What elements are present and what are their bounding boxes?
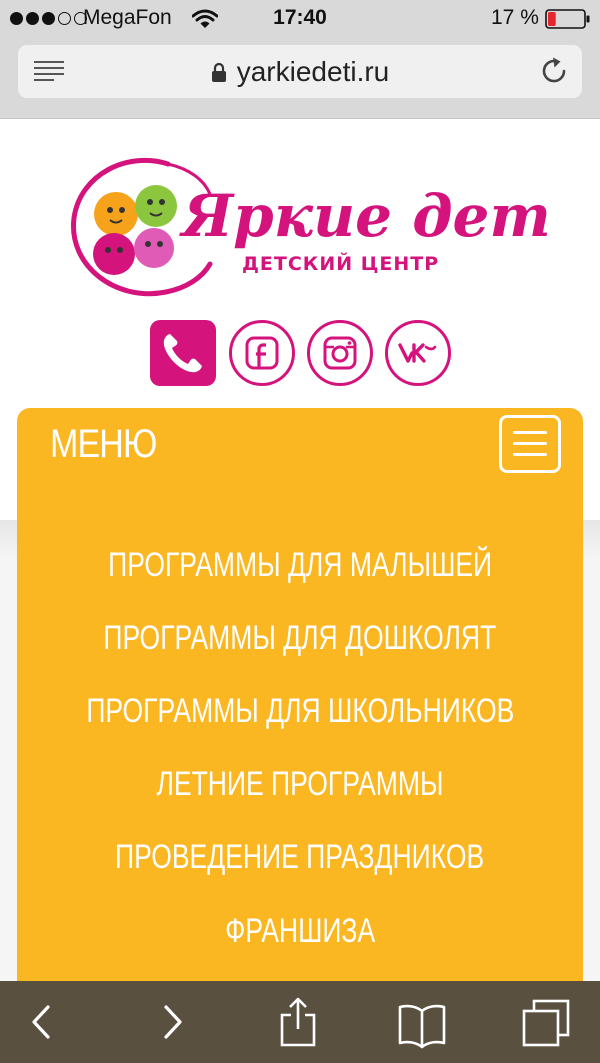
battery-percentage: 17 %	[491, 6, 539, 29]
menu-item-summer[interactable]: ЛЕТНИЕ ПРОГРАММЫ	[17, 759, 583, 809]
menu-item-preschoolers[interactable]: ПРОГРАММЫ ДЛЯ ДОШКОЛЯТ	[17, 613, 583, 663]
browser-top-bar: MegaFon 17:40 17 % yarkiedeti.ru	[0, 0, 600, 119]
share-icon	[280, 997, 316, 1047]
instagram-button[interactable]	[307, 320, 373, 386]
menu-item-label: ФРАНШИЗА	[224, 912, 375, 950]
menu-item-schoolchildren[interactable]: ПРОГРАММЫ ДЛЯ ШКОЛЬНИКОВ	[17, 686, 583, 736]
menu-item-label: ПРОВЕДЕНИЕ ПРАЗДНИКОВ	[115, 838, 485, 876]
menu-toggle-button[interactable]	[499, 415, 561, 473]
menu-title[interactable]: МЕНЮ	[50, 422, 157, 467]
battery-icon	[545, 9, 590, 29]
tabs-button[interactable]	[516, 993, 576, 1051]
menu-item-label: ЛЕТНИЕ ПРОГРАММЫ	[156, 765, 444, 803]
menu-item-franchise[interactable]: ФРАНШИЗА	[17, 906, 583, 956]
chevron-right-icon	[164, 1005, 182, 1039]
back-button[interactable]	[12, 993, 72, 1051]
facebook-icon	[245, 336, 279, 370]
hamburger-icon	[513, 431, 547, 434]
vk-button[interactable]	[385, 320, 451, 386]
address-bar[interactable]: yarkiedeti.ru	[18, 45, 582, 98]
chevron-left-icon	[32, 1005, 50, 1039]
menu-item-label: ПРОГРАММЫ ДЛЯ МАЛЫШЕЙ	[108, 546, 492, 584]
hamburger-icon-bar	[513, 442, 547, 445]
hamburger-icon-bar	[513, 453, 547, 456]
browser-toolbar	[0, 981, 600, 1063]
tabs-icon	[522, 999, 570, 1047]
bookmarks-button[interactable]	[392, 993, 452, 1051]
phone-icon	[163, 334, 202, 373]
menu-item-parties[interactable]: ПРОВЕДЕНИЕ ПРАЗДНИКОВ	[17, 832, 583, 882]
logo-subtitle: ДЕТСКИЙ ЦЕНТР	[242, 252, 439, 275]
reload-icon[interactable]	[539, 56, 569, 86]
book-icon	[398, 1004, 446, 1049]
social-links	[0, 320, 600, 388]
status-bar: MegaFon 17:40 17 %	[0, 0, 600, 38]
share-button[interactable]	[268, 993, 328, 1051]
facebook-button[interactable]	[229, 320, 295, 386]
vk-icon	[398, 343, 437, 363]
menu-item-label: ПРОГРАММЫ ДЛЯ ДОШКОЛЯТ	[103, 619, 497, 657]
menu-item-toddlers[interactable]: ПРОГРАММЫ ДЛЯ МАЛЫШЕЙ	[17, 540, 583, 590]
menu-item-label: ПРОГРАММЫ ДЛЯ ШКОЛЬНИКОВ	[86, 692, 514, 730]
url-text[interactable]: yarkiedeti.ru	[237, 56, 390, 88]
menu-panel: МЕНЮ ПРОГРАММЫ ДЛЯ МАЛЫШЕЙ ПРОГРАММЫ ДЛЯ…	[17, 408, 583, 1008]
forward-button[interactable]	[142, 993, 202, 1051]
logo-title: Яркие дети	[179, 182, 550, 250]
instagram-icon	[323, 336, 357, 370]
phone-button[interactable]	[150, 320, 216, 386]
site-logo[interactable]: Яркие дети ДЕТСКИЙ ЦЕНТР	[70, 156, 593, 298]
lock-icon	[211, 62, 226, 82]
